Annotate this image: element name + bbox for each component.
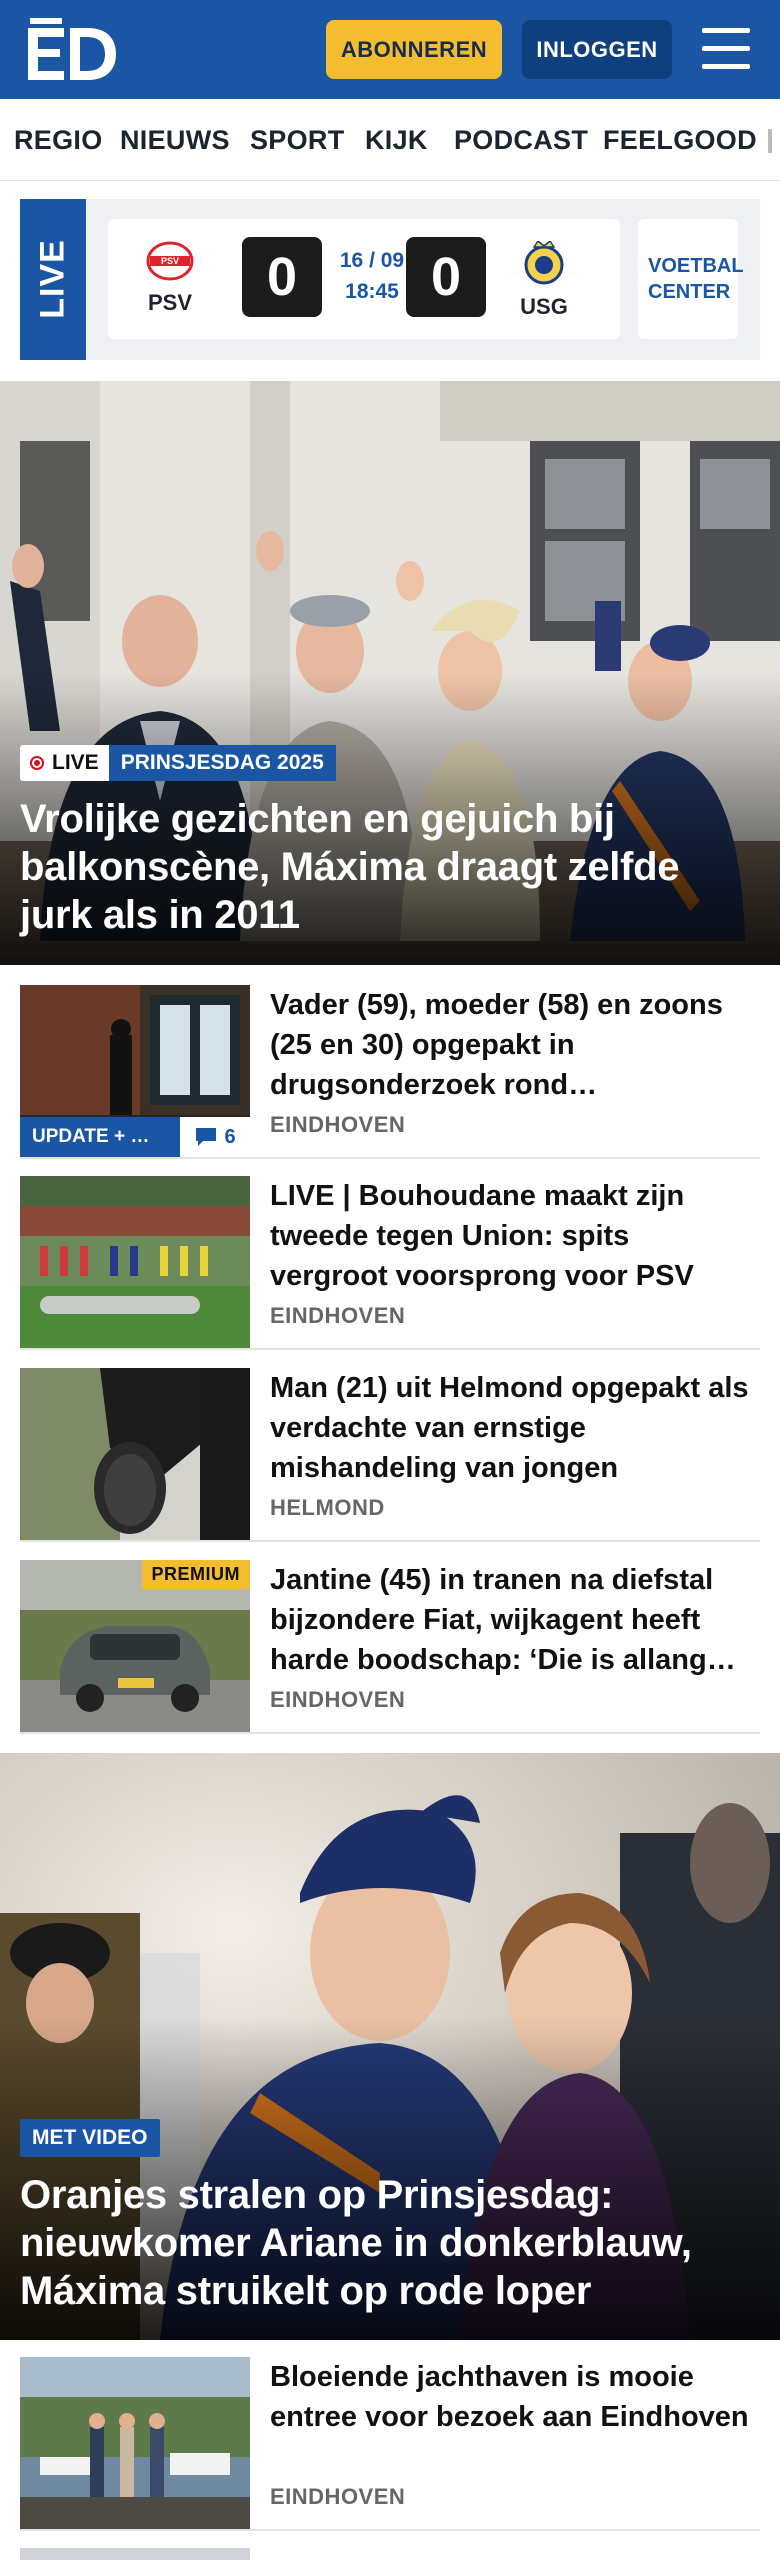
- article-thumbnail-partial: [20, 2548, 250, 2560]
- section-nav: REGIO NIEUWS SPORT KIJK PODCAST FEELGOOD: [0, 99, 780, 181]
- live-dot-icon: [30, 756, 44, 770]
- hero-badges: LIVE PRINSJESDAG 2025: [20, 745, 336, 781]
- voetbal-center-button[interactable]: VOETBAL CENTER: [638, 219, 744, 339]
- hero2-badges: MET VIDEO: [20, 2119, 160, 2157]
- article-thumbnail: UPDATE + … 6: [20, 985, 250, 1157]
- article-location: EINDHOVEN: [270, 2484, 406, 2509]
- home-team: PSV PSV: [130, 241, 210, 316]
- away-score: 0: [406, 237, 486, 317]
- article-row[interactable]: UPDATE + … 6 Vader (59), moeder (58) en …: [20, 985, 760, 1159]
- update-bar: UPDATE + … 6: [20, 1117, 250, 1157]
- article-title[interactable]: Jantine (45) in tranen na diefstal bijzo…: [270, 1560, 750, 1680]
- subscribe-button[interactable]: ABONNEREN: [326, 20, 502, 79]
- article-location: EINDHOVEN: [270, 1303, 406, 1328]
- update-label: UPDATE + …: [20, 1117, 180, 1157]
- article-title[interactable]: Man (21) uit Helmond opgepakt als verdac…: [270, 1368, 750, 1488]
- match-card[interactable]: PSV PSV 0 16 / 09 18:45 0 USG: [108, 219, 620, 339]
- article-row[interactable]: Bloeiende jachthaven is mooie entree voo…: [20, 2357, 760, 2531]
- live-badge: LIVE: [20, 745, 109, 781]
- nav-item-nieuws[interactable]: NIEUWS: [120, 125, 230, 156]
- away-team: USG: [504, 239, 584, 320]
- article-location: EINDHOVEN: [270, 1112, 406, 1137]
- hero-article-1[interactable]: LIVE PRINSJESDAG 2025 Vrolijke gezichten…: [0, 381, 780, 965]
- live-tab[interactable]: LIVE: [20, 199, 86, 360]
- article-title[interactable]: Vader (59), moeder (58) en zoons (25 en …: [270, 985, 750, 1105]
- nav-item-sport[interactable]: SPORT: [250, 125, 345, 156]
- nav-item-podcast[interactable]: PODCAST: [454, 125, 588, 156]
- hero-title[interactable]: Vrolijke gezichten en gejuich bij balkon…: [20, 795, 760, 939]
- nav-overflow-divider: [768, 129, 772, 153]
- match-datetime: 16 / 09 18:45: [339, 249, 405, 303]
- article-thumbnail: [20, 1176, 250, 1348]
- svg-text:PSV: PSV: [161, 256, 179, 266]
- psv-crest-icon: PSV: [146, 241, 194, 281]
- hero-title[interactable]: Oranjes stralen op Prinsjesdag: nieuwkom…: [20, 2171, 760, 2315]
- thumb-kick: [20, 1368, 250, 1540]
- live-score-widget: LIVE PSV PSV 0 16 / 09 18:45 0 USG VOETB…: [20, 199, 760, 360]
- article-title[interactable]: LIVE | Bouhoudane maakt zijn tweede tege…: [270, 1176, 750, 1296]
- login-button[interactable]: INLOGGEN: [522, 20, 672, 79]
- comment-count[interactable]: 6: [180, 1117, 250, 1157]
- article-location: HELMOND: [270, 1495, 385, 1520]
- site-header: ABONNEREN INLOGGEN: [0, 0, 780, 99]
- nav-item-kijk[interactable]: KIJK: [365, 125, 428, 156]
- premium-badge: PREMIUM: [141, 1560, 250, 1589]
- home-score: 0: [242, 237, 322, 317]
- article-thumbnail: PREMIUM: [20, 1560, 250, 1732]
- comment-icon: [196, 1128, 217, 1146]
- article-row[interactable]: PREMIUM Jantine (45) in tranen na diefst…: [20, 1560, 760, 1734]
- article-row[interactable]: Man (21) uit Helmond opgepakt als verdac…: [20, 1368, 760, 1542]
- article-thumbnail: [20, 2357, 250, 2529]
- hero-article-2[interactable]: MET VIDEO Oranjes stralen op Prinsjesdag…: [0, 1753, 780, 2340]
- article-location: EINDHOVEN: [270, 1687, 406, 1712]
- article-row[interactable]: LIVE | Bouhoudane maakt zijn tweede tege…: [20, 1176, 760, 1350]
- article-thumbnail: [20, 1368, 250, 1540]
- hamburger-icon[interactable]: [698, 24, 754, 74]
- topic-badge: PRINSJESDAG 2025: [108, 745, 336, 781]
- article-title[interactable]: Bloeiende jachthaven is mooie entree voo…: [270, 2357, 750, 2437]
- thumb-marina: [20, 2357, 250, 2529]
- video-badge: MET VIDEO: [20, 2119, 160, 2157]
- thumb-football-line: [20, 1176, 250, 1348]
- usg-crest-icon: [524, 239, 564, 285]
- nav-item-regio[interactable]: REGIO: [14, 125, 103, 156]
- nav-item-feelgood[interactable]: FEELGOOD: [603, 125, 757, 156]
- ed-logo[interactable]: [28, 18, 116, 80]
